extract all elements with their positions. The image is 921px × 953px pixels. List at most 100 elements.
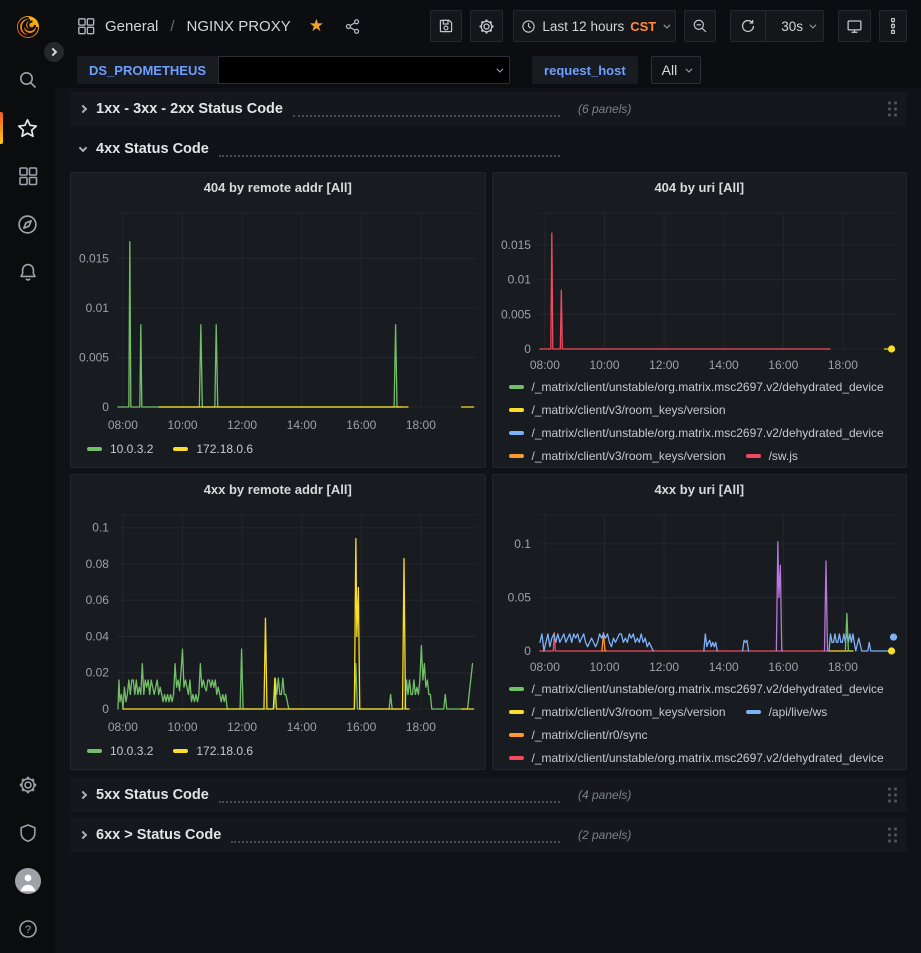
- star-filled-icon[interactable]: ★: [309, 16, 324, 36]
- legend-item[interactable]: /_matrix/client/v3/room_keys/version: [509, 449, 726, 463]
- sidebar-item-alerting[interactable]: [0, 248, 55, 296]
- panel-404-by-remote-addr-all-: 404 by remote addr [All]00.0050.010.0150…: [70, 172, 486, 468]
- panel-title[interactable]: 4xx by remote addr [All]: [71, 475, 485, 503]
- legend-item[interactable]: /_matrix/client/unstable/org.matrix.msc2…: [509, 426, 884, 440]
- panel-404-by-uri-all-: 404 by uri [All]00.0050.010.01508:0010:0…: [492, 172, 908, 468]
- legend-swatch: [173, 749, 188, 753]
- legend-item[interactable]: 10.0.3.2: [87, 744, 153, 758]
- sidebar-item-profile[interactable]: [0, 857, 55, 905]
- legend-swatch: [509, 687, 524, 691]
- row-drag-handle[interactable]: [888, 102, 897, 117]
- svg-text:0: 0: [102, 400, 109, 414]
- legend-swatch: [509, 408, 524, 412]
- breadcrumb-folder[interactable]: General: [105, 18, 158, 35]
- legend-swatch: [509, 756, 524, 760]
- legend-item[interactable]: /_matrix/client/unstable/org.matrix.msc2…: [509, 682, 884, 696]
- chart-plot-area[interactable]: 00.0050.010.01508:0010:0012:0014:0016:00…: [71, 201, 485, 435]
- dashboard-title[interactable]: NGINX PROXY: [187, 18, 291, 35]
- row-drag-handle[interactable]: [888, 828, 897, 843]
- sidebar-item-help[interactable]: ?: [0, 905, 55, 953]
- dashboard-settings-button[interactable]: [470, 10, 503, 42]
- more-options-button[interactable]: [879, 10, 907, 42]
- sidebar-item-starred[interactable]: [0, 104, 55, 152]
- monitor-icon: [846, 18, 863, 35]
- svg-text:14:00: 14:00: [287, 418, 317, 432]
- apps-icon: [18, 166, 38, 186]
- search-icon: [18, 70, 38, 90]
- legend-item[interactable]: 172.18.0.6: [173, 744, 253, 758]
- svg-text:18:00: 18:00: [827, 358, 857, 372]
- row-title: 6xx > Status Code: [96, 827, 221, 843]
- legend-label: /api/live/ws: [769, 705, 828, 719]
- legend-label: /_matrix/client/v3/room_keys/version: [532, 403, 726, 417]
- sidebar-item-configuration[interactable]: [0, 761, 55, 809]
- legend-swatch: [87, 447, 102, 451]
- row-panels-count: (4 panels): [578, 788, 631, 802]
- legend-item[interactable]: /_matrix/client/unstable/org.matrix.msc2…: [509, 751, 884, 765]
- sidebar-item-server-admin[interactable]: [0, 809, 55, 857]
- row-title-group: 5xx Status Code: [80, 787, 562, 803]
- legend-item[interactable]: /_matrix/client/v3/room_keys/version: [509, 403, 726, 417]
- breadcrumb: General / NGINX PROXY ★: [77, 16, 361, 36]
- refresh-interval-dropdown[interactable]: 30s: [765, 11, 823, 41]
- timezone-label: CST: [630, 19, 656, 34]
- datasource-variable-value-redacted[interactable]: [218, 56, 510, 84]
- panel-title[interactable]: 404 by uri [All]: [493, 173, 907, 201]
- dotted-leader: [219, 149, 560, 157]
- row-header-1xx-3xx-2xx[interactable]: 1xx - 3xx - 2xx Status Code(6 panels): [70, 92, 907, 126]
- panel-title[interactable]: 4xx by uri [All]: [493, 475, 907, 503]
- sidebar-expand-button[interactable]: [43, 41, 65, 63]
- refresh-button[interactable]: [731, 11, 765, 41]
- top-navbar: General / NGINX PROXY ★: [55, 0, 921, 52]
- svg-text:08:00: 08:00: [529, 358, 559, 372]
- svg-text:12:00: 12:00: [649, 358, 679, 372]
- legend-label: /_matrix/client/r0/sync: [532, 728, 648, 742]
- question-icon: ?: [18, 919, 38, 939]
- chevron-down-icon: [809, 21, 816, 28]
- bell-icon: [18, 262, 38, 282]
- sidebar-item-dashboards[interactable]: [0, 152, 55, 200]
- legend-label: /_matrix/client/unstable/org.matrix.msc2…: [532, 751, 884, 765]
- time-range-picker[interactable]: Last 12 hours CST: [513, 10, 676, 42]
- row-title: 5xx Status Code: [96, 787, 209, 803]
- row-drag-handle[interactable]: [888, 788, 897, 803]
- chart-plot-area[interactable]: 00.0050.010.01508:0010:0012:0014:0016:00…: [493, 201, 907, 375]
- row-title: 4xx Status Code: [96, 141, 209, 157]
- row-header-5xx[interactable]: 5xx Status Code (4 panels): [70, 778, 907, 812]
- svg-text:12:00: 12:00: [227, 720, 257, 734]
- svg-text:0.02: 0.02: [86, 666, 110, 680]
- svg-text:14:00: 14:00: [708, 358, 738, 372]
- legend-item[interactable]: /_matrix/client/unstable/org.matrix.msc2…: [509, 380, 884, 394]
- grafana-logo[interactable]: [13, 12, 43, 42]
- chevron-down-icon: [686, 65, 693, 72]
- row-title-group: 1xx - 3xx - 2xx Status Code: [80, 101, 562, 117]
- row-header-6xx[interactable]: 6xx > Status Code(2 panels): [70, 818, 907, 852]
- legend-label: 172.18.0.6: [196, 744, 253, 758]
- legend-label: /_matrix/client/unstable/org.matrix.msc2…: [532, 682, 884, 696]
- legend-item[interactable]: /_matrix/client/v3/room_keys/version: [509, 705, 726, 719]
- svg-text:0.01: 0.01: [507, 273, 531, 287]
- chevron-down-icon: [79, 143, 87, 151]
- svg-text:12:00: 12:00: [649, 660, 679, 674]
- chart-plot-area[interactable]: 00.020.040.060.080.108:0010:0012:0014:00…: [71, 503, 485, 737]
- legend-item[interactable]: /api/live/ws: [746, 705, 828, 719]
- save-dashboard-button[interactable]: [430, 10, 462, 42]
- row-header-4xx[interactable]: 4xx Status Code: [70, 132, 907, 166]
- sidebar-item-search[interactable]: [0, 56, 55, 104]
- cycle-view-mode-button[interactable]: [838, 10, 871, 42]
- datasource-variable-label[interactable]: DS_PROMETHEUS: [77, 56, 218, 84]
- legend-item[interactable]: /_matrix/client/r0/sync: [509, 728, 648, 742]
- legend-item[interactable]: /sw.js: [746, 449, 798, 463]
- legend-row: 10.0.3.2 172.18.0.6: [87, 737, 485, 765]
- panel-title[interactable]: 404 by remote addr [All]: [71, 173, 485, 201]
- legend-item[interactable]: 172.18.0.6: [173, 442, 253, 456]
- sidebar-item-explore[interactable]: [0, 200, 55, 248]
- request-host-variable-label[interactable]: request_host: [532, 56, 638, 84]
- request-host-variable-value[interactable]: All: [651, 56, 702, 84]
- share-icon[interactable]: [344, 18, 361, 35]
- refresh-icon: [740, 18, 756, 34]
- chart-plot-area[interactable]: 00.050.108:0010:0012:0014:0016:0018:00: [493, 503, 907, 677]
- legend-item[interactable]: 10.0.3.2: [87, 442, 153, 456]
- legend-row: 10.0.3.2 172.18.0.6: [87, 435, 485, 463]
- zoom-out-time-button[interactable]: [684, 10, 716, 42]
